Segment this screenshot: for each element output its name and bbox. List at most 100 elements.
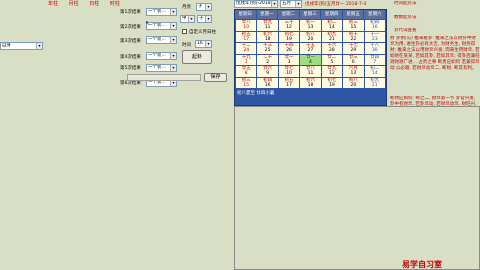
month-value: 子: [198, 4, 203, 9]
calendar-day[interactable]: 廿五 8: [236, 66, 257, 77]
calendar-day[interactable]: 初三 15: [343, 20, 364, 31]
calendar-day[interactable]: 二十 2: [257, 54, 278, 65]
chevron-down-icon[interactable]: ▾: [295, 1, 301, 7]
solar-date: 10: [243, 25, 250, 30]
custom-checkbox[interactable]: [182, 29, 187, 34]
chevron-down-icon[interactable]: ▾: [36, 43, 42, 49]
calendar-day[interactable]: 初二 14: [364, 66, 385, 77]
row1-label: 第1次结果: [120, 10, 141, 15]
calendar-day[interactable]: 初四 16: [257, 77, 278, 88]
qigua-button[interactable]: 起卦: [182, 50, 212, 64]
calendar-day[interactable]: 十二 24: [236, 43, 257, 54]
chevron-down-icon[interactable]: ▾: [205, 16, 211, 22]
result-input[interactable]: [127, 74, 201, 81]
chevron-down-icon[interactable]: ▾: [205, 4, 211, 10]
explanation-text: 财 卦例(公) 推来看卦: 推来之法以财卦中财爻为用, 进生卦必有大吉, 为财务…: [390, 36, 480, 71]
row1-select[interactable]: 一个装... ▾: [146, 8, 177, 16]
chevron-down-icon[interactable]: ▾: [205, 41, 211, 47]
row2-select[interactable]: 一个装... ▾: [146, 22, 177, 30]
chevron-down-icon[interactable]: ▾: [188, 16, 194, 22]
month-select[interactable]: 子 ▾: [196, 3, 212, 11]
calendar-day[interactable]: 初六 18: [257, 31, 278, 42]
output-area[interactable]: [234, 106, 480, 270]
solar-date: 19: [286, 36, 292, 42]
row5-select[interactable]: 一个装... ▾: [146, 64, 177, 72]
calendar-day[interactable]: 初三 15: [236, 77, 257, 88]
calendar-day[interactable]: 初一 13: [300, 20, 321, 31]
calendar-day[interactable]: 初九 21: [364, 77, 385, 88]
calendar-day[interactable]: 初七 19: [321, 77, 343, 88]
calendar-day[interactable]: 初二 14: [321, 20, 343, 31]
time-method-title: 时间起卦法: [394, 1, 417, 6]
calendar-day[interactable]: 六月 13: [343, 66, 364, 77]
solar-date: 13: [307, 25, 314, 30]
calendar-day[interactable]: 廿九 12: [321, 66, 343, 77]
weekday-6: 星期六: [364, 10, 387, 19]
solar-date: 17: [286, 82, 292, 88]
chevron-down-icon[interactable]: ▾: [271, 1, 277, 7]
solar-date: 15: [243, 82, 250, 88]
row2-value: 一个装...: [148, 23, 166, 28]
calendar-day[interactable]: 十八 30: [364, 43, 385, 54]
row3-select[interactable]: 一个装... ▾: [146, 36, 177, 44]
calendar-day[interactable]: 初四 16: [364, 20, 385, 31]
month-pillar-label: 月柱: [68, 1, 79, 7]
cal-month-value: 五月: [282, 1, 291, 6]
solar-date: 7: [373, 59, 377, 65]
row4-select[interactable]: 一个装... ▾: [146, 52, 177, 60]
row4-label: 第4次结果: [120, 55, 141, 60]
calendar-day[interactable]: 初五 17: [236, 31, 257, 42]
solar-date: 10: [286, 71, 292, 76]
calendar-day[interactable]: 廿三 6: [343, 54, 364, 65]
calendar-day[interactable]: 廿二 5: [321, 54, 343, 65]
calendar-day[interactable]: 十五 27: [300, 43, 321, 54]
calendar-day[interactable]: 十九 1: [236, 54, 257, 65]
calendar-day[interactable]: 十一 23: [364, 31, 385, 42]
calendar-day[interactable]: 初七 19: [278, 31, 300, 42]
calendar-day[interactable]: 廿一 4: [300, 54, 321, 65]
hour-select[interactable]: 16 ▾: [195, 40, 212, 48]
day2-select[interactable]: 子 ▾: [197, 15, 212, 23]
calendar-day[interactable]: 廿八 11: [300, 66, 321, 77]
calendar-day[interactable]: 廿八 10: [236, 20, 257, 31]
solar-date: 13: [350, 71, 357, 76]
chevron-down-icon[interactable]: ▾: [170, 9, 176, 15]
day-select[interactable]: 申 ▾: [180, 15, 195, 23]
calendar-day[interactable]: 三十 12: [278, 20, 300, 31]
chevron-down-icon[interactable]: ▾: [170, 65, 176, 71]
day2-value: 子: [199, 16, 204, 21]
year-select[interactable]: 戊戌年(狗)-2018 ▾: [234, 0, 278, 8]
calendar-day[interactable]: 十七 29: [343, 43, 364, 54]
solar-date: 28: [329, 48, 335, 53]
calendar-day[interactable]: 廿六 9: [257, 66, 278, 77]
calendar-day[interactable]: 廿四 7: [364, 54, 385, 65]
solar-date: 17: [243, 36, 250, 42]
calendar-day[interactable]: 初十 22: [343, 31, 364, 42]
calendar-day[interactable]: 初九 21: [321, 31, 343, 42]
custom-checkbox-label: 自定义月日柱: [189, 30, 216, 35]
month-select-cal[interactable]: 五月 ▾: [280, 0, 302, 8]
save-button[interactable]: 保存: [204, 73, 227, 82]
calendar-day[interactable]: 十六 28: [321, 43, 343, 54]
calendar-day[interactable]: 廿一 3: [278, 54, 300, 65]
calendar-day[interactable]: 十四 26: [278, 43, 300, 54]
row2-label: 第2次结果: [120, 25, 141, 30]
calendar-day[interactable]: 初八 20: [300, 31, 321, 42]
day-pillar-label: 日柱: [89, 1, 100, 7]
solar-date: 16: [371, 25, 378, 30]
weekday-header: 星期日 星期一 星期二 星期三 星期四 星期五 星期六: [235, 10, 387, 19]
number-method-title: 数数起卦法: [394, 15, 417, 20]
calendar-footer: 初八夏至 廿四小暑: [237, 91, 275, 96]
calendar-day[interactable]: 廿九 11: [257, 20, 278, 31]
calendar-day[interactable]: 十三 25: [257, 43, 278, 54]
self-select[interactable]: 自身 ▾: [0, 42, 43, 50]
calendar-day[interactable]: 初五 17: [278, 77, 300, 88]
chevron-down-icon[interactable]: ▾: [170, 23, 176, 29]
chevron-down-icon[interactable]: ▾: [170, 37, 176, 43]
solar-date: 23: [371, 36, 378, 42]
calendar-day[interactable]: 廿七 10: [278, 66, 300, 77]
chevron-down-icon[interactable]: ▾: [170, 53, 176, 59]
calendar-day[interactable]: 初六 18: [300, 77, 321, 88]
weekday-2: 星期二: [278, 10, 300, 19]
calendar-day[interactable]: 初八 20: [343, 77, 364, 88]
